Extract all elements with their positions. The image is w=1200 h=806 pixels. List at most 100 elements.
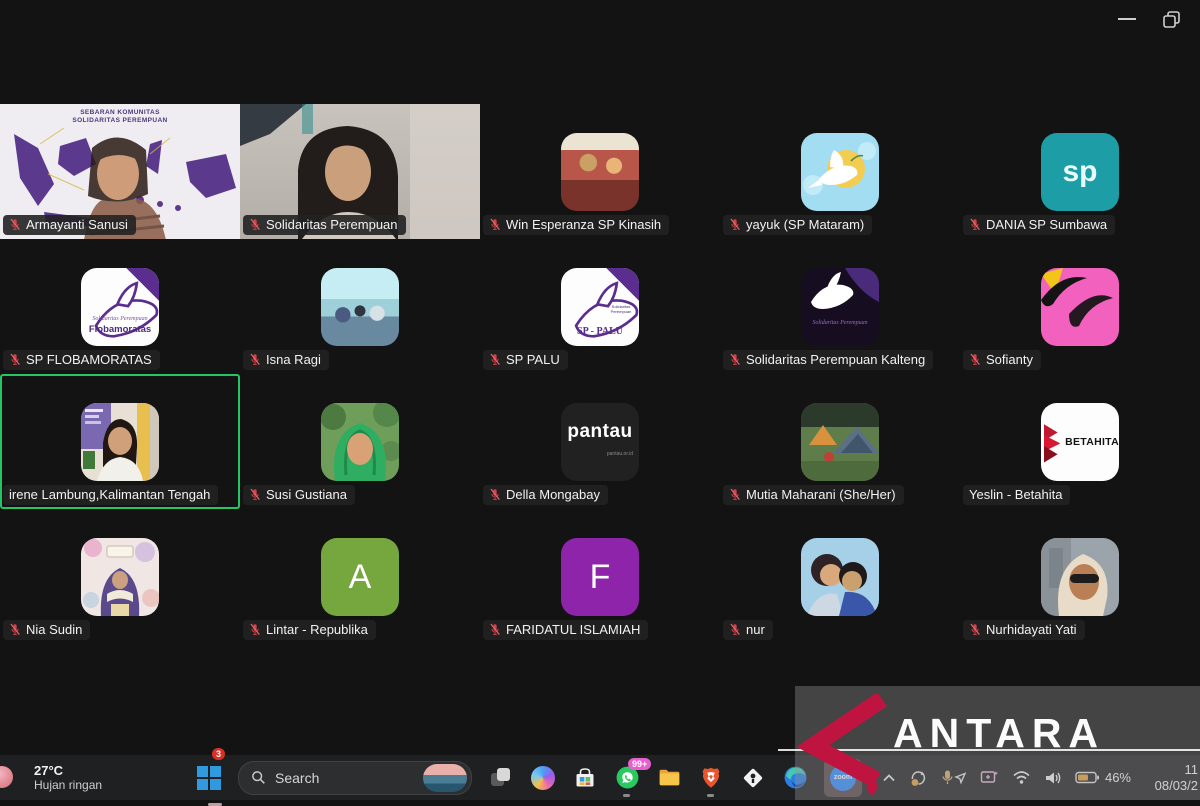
battery-percent: 46% (1105, 770, 1131, 785)
participant-tile[interactable]: Solidaritas Perempuan Solidaritas Peremp… (720, 239, 960, 374)
participant-name: Nia Sudin (26, 622, 82, 637)
restore-window-button[interactable] (1162, 10, 1182, 30)
participant-name-label: Solidaritas Perempuan Kalteng (723, 350, 933, 370)
participant-name-label: DANIA SP Sumbawa (963, 215, 1115, 235)
clock-date: 08/03/2 (1144, 778, 1198, 794)
mic-muted-icon (9, 623, 21, 636)
file-explorer-button[interactable] (656, 765, 682, 791)
participant-tile[interactable]: nur (720, 509, 960, 644)
participant-tile[interactable]: Solidaritas Perempuan SP - PALU SP PALU (480, 239, 720, 374)
participant-name: Susi Gustiana (266, 487, 347, 502)
tray-chevron-up-icon[interactable] (882, 773, 896, 783)
mic-muted-icon (249, 623, 261, 636)
participant-tile[interactable]: Sofianty (960, 239, 1200, 374)
participant-name: SP PALU (506, 352, 560, 367)
participant-name-label: irene Lambung,Kalimantan Tengah (3, 485, 218, 505)
avatar-photo (81, 538, 159, 616)
avatar-photo (81, 403, 159, 481)
avatar-photo (561, 133, 639, 211)
participant-tile[interactable]: A Lintar - Republika (240, 509, 480, 644)
participant-tile[interactable]: Nurhidayati Yati (960, 509, 1200, 644)
minimize-button[interactable] (1118, 18, 1136, 20)
participant-tile[interactable]: Nia Sudin (0, 509, 240, 644)
microsoft-store-button[interactable] (572, 765, 598, 791)
participant-name-label: Sofianty (963, 350, 1041, 370)
participant-tile[interactable]: sp DANIA SP Sumbawa (960, 104, 1200, 239)
participant-name: Della Mongabay (506, 487, 600, 502)
participant-name: Solidaritas Perempuan Kalteng (746, 352, 925, 367)
diamond-app-button[interactable] (740, 765, 766, 791)
participant-tile[interactable]: SEBARAN KOMUNITASSOLIDARITAS PEREMPUAN (0, 104, 240, 239)
avatar-pantau-logo: pantau pantau.or.id (561, 403, 639, 481)
betahita-logo-text: BETAHITA (1065, 436, 1119, 448)
dove-icon (89, 276, 159, 346)
tray-sync-icon[interactable] (909, 769, 928, 787)
windows-logo-icon (197, 766, 221, 790)
participant-tile[interactable]: pantau pantau.or.id Della Mongabay (480, 374, 720, 509)
participant-name-label: yayuk (SP Mataram) (723, 215, 872, 235)
logo-name-text: SP - PALU (561, 326, 639, 337)
participant-tile[interactable]: yayuk (SP Mataram) (720, 104, 960, 239)
participant-name-label: SP PALU (483, 350, 568, 370)
participant-name: yayuk (SP Mataram) (746, 217, 864, 232)
participant-name: Mutia Maharani (She/Her) (746, 487, 896, 502)
mic-muted-icon (729, 218, 741, 231)
title-bar (0, 0, 1200, 40)
participant-name: Win Esperanza SP Kinasih (506, 217, 661, 232)
weather-icon (0, 766, 13, 788)
participant-name: nur (746, 622, 765, 637)
weather-condition: Hujan ringan (34, 778, 102, 793)
participant-tile[interactable]: Isna Ragi (240, 239, 480, 374)
brave-icon (699, 766, 723, 790)
task-view-button[interactable] (488, 765, 514, 791)
avatar-photo (801, 403, 879, 481)
participant-name: SP FLOBAMORATAS (26, 352, 152, 367)
participant-tile[interactable]: BETAHITA Yeslin - Betahita (960, 374, 1200, 509)
start-button[interactable] (196, 765, 222, 791)
participant-tile[interactable]: F FARIDATUL ISLAMIAH (480, 509, 720, 644)
search-label: Search (275, 770, 414, 786)
mic-muted-icon (249, 218, 261, 231)
brave-button[interactable] (698, 765, 724, 791)
participant-tile[interactable]: Susi Gustiana (240, 374, 480, 509)
running-indicator (623, 794, 630, 797)
tray-mic-location-icon[interactable] (941, 769, 967, 787)
tray-wifi-icon[interactable] (1012, 770, 1031, 785)
avatar-initial: F (561, 538, 639, 616)
whatsapp-button[interactable]: 99+ (614, 765, 640, 791)
battery-indicator[interactable]: 46% (1075, 770, 1131, 785)
participant-tile[interactable]: Solidaritas Perempuan (240, 104, 480, 239)
search-icon (251, 770, 266, 785)
avatar-betahita-logo: BETAHITA (1041, 403, 1119, 481)
mic-muted-icon (729, 623, 741, 636)
zoom-app-button[interactable]: 3 zoom (824, 759, 862, 797)
avatar-abstract-art (1041, 268, 1119, 346)
running-indicator (707, 794, 714, 797)
participant-name: Lintar - Republika (266, 622, 368, 637)
tray-cast-icon[interactable] (980, 769, 999, 786)
participant-tile[interactable]: Win Esperanza SP Kinasih (480, 104, 720, 239)
restore-icon (1162, 10, 1182, 30)
mic-muted-icon (9, 218, 21, 231)
logo-name-text: Flobamoratas (81, 324, 159, 335)
search-box[interactable]: Search (238, 761, 472, 795)
copilot-icon (531, 766, 555, 790)
participant-tile[interactable]: Solidaritas Perempuan Flobamoratas SP FL… (0, 239, 240, 374)
mic-muted-icon (489, 488, 501, 501)
betahita-mark-icon (1044, 403, 1063, 481)
avatar-kalteng-logo: Solidaritas Perempuan (801, 268, 879, 346)
weather-widget[interactable]: 27°C Hujan ringan (0, 755, 102, 800)
participant-name: FARIDATUL ISLAMIAH (506, 622, 640, 637)
edge-button[interactable] (782, 765, 808, 791)
diamond-app-icon (741, 766, 765, 790)
participant-name-label: Nurhidayati Yati (963, 620, 1085, 640)
avatar-photo (321, 268, 399, 346)
participant-name: irene Lambung,Kalimantan Tengah (9, 487, 210, 502)
tray-volume-icon[interactable] (1044, 770, 1062, 786)
taskbar-clock[interactable]: 11 08/03/2 (1144, 762, 1198, 794)
participant-tile-active-speaker[interactable]: irene Lambung,Kalimantan Tengah (0, 374, 240, 509)
participant-name-label: Lintar - Republika (243, 620, 376, 640)
participant-tile[interactable]: Mutia Maharani (She/Her) (720, 374, 960, 509)
participant-name-label: Win Esperanza SP Kinasih (483, 215, 669, 235)
copilot-button[interactable] (530, 765, 556, 791)
